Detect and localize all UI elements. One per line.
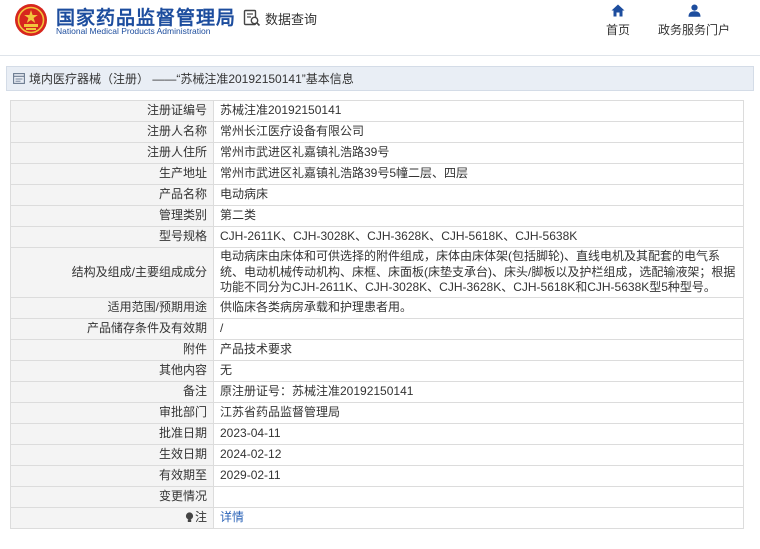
field-label: 型号规格 — [10, 226, 214, 248]
table-row: 注册人住所 常州市武进区礼嘉镇礼浩路39号 — [10, 142, 744, 164]
data-query-link[interactable]: 数据查询 — [243, 8, 317, 28]
table-row: 审批部门 江苏省药品监督管理局 — [10, 401, 744, 424]
field-label: 注册人名称 — [10, 121, 214, 143]
note-value-cell: 详情 — [213, 506, 744, 529]
nav-home[interactable]: 首页 — [604, 4, 632, 38]
breadcrumb: 境内医疗器械（注册） ——“苏械注准20192150141”基本信息 — [6, 66, 754, 91]
field-value — [213, 485, 744, 508]
field-label: 备注 — [10, 380, 214, 403]
table-row: 型号规格 CJH-2611K、CJH-3028K、CJH-3628K、CJH-5… — [10, 226, 744, 248]
table-row: 管理类别 第二类 — [10, 205, 744, 227]
field-label: 结构及组成/主要组成成分 — [10, 247, 214, 298]
site-header: 国家药品监督管理局 National Medical Products Admi… — [0, 0, 760, 56]
field-label: 适用范围/预期用途 — [10, 296, 214, 319]
field-value: 常州市武进区礼嘉镇礼浩路39号 — [213, 142, 744, 164]
table-row: 注册人名称 常州长江医疗设备有限公司 — [10, 121, 744, 143]
table-row: 产品名称 电动病床 — [10, 184, 744, 206]
field-value: 江苏省药品监督管理局 — [213, 401, 744, 424]
field-label: 审批部门 — [10, 401, 214, 424]
field-value: 电动病床由床体和可供选择的附件组成，床体由床体架(包括脚轮)、直线电机及其配套的… — [213, 247, 744, 298]
field-value: 2024-02-12 — [213, 443, 744, 466]
registration-detail-table: 注册证编号 苏械注准20192150141 注册人名称 常州长江医疗设备有限公司… — [10, 100, 744, 529]
table-row: 注册证编号 苏械注准20192150141 — [10, 100, 744, 122]
field-value: 产品技术要求 — [213, 338, 744, 361]
field-label: 注册人住所 — [10, 142, 214, 164]
table-row: 有效期至 2029-02-11 — [10, 464, 744, 487]
table-row: 附件 产品技术要求 — [10, 338, 744, 361]
field-label: 变更情况 — [10, 485, 214, 508]
field-label: 管理类别 — [10, 205, 214, 227]
table-row: 生产地址 常州市武进区礼嘉镇礼浩路39号5幢二层、四层 — [10, 163, 744, 185]
field-value: 原注册证号：苏械注准20192150141 — [213, 380, 744, 403]
table-row: 备注 原注册证号：苏械注准20192150141 — [10, 380, 744, 403]
search-document-icon — [243, 9, 261, 27]
home-icon — [611, 4, 625, 17]
table-row: 其他内容 无 — [10, 359, 744, 382]
field-label: 注册证编号 — [10, 100, 214, 122]
field-value: 2023-04-11 — [213, 422, 744, 445]
data-query-label: 数据查询 — [265, 11, 318, 27]
table-row: 批准日期 2023-04-11 — [10, 422, 744, 445]
field-value: 第二类 — [213, 205, 744, 227]
field-label: 批准日期 — [10, 422, 214, 445]
field-value: 2029-02-11 — [213, 464, 744, 487]
table-row: 适用范围/预期用途 供临床各类病房承载和护理患者用。 — [10, 296, 744, 319]
details-link[interactable]: 详情 — [220, 510, 244, 524]
field-value: 电动病床 — [213, 184, 744, 206]
note-label-cell: 注 — [10, 506, 214, 529]
field-label: 其他内容 — [10, 359, 214, 382]
field-label: 产品储存条件及有效期 — [10, 317, 214, 340]
lightbulb-icon — [185, 512, 194, 523]
field-label: 有效期至 — [10, 464, 214, 487]
field-value: / — [213, 317, 744, 340]
field-label: 产品名称 — [10, 184, 214, 206]
field-value: CJH-2611K、CJH-3028K、CJH-3628K、CJH-5618K、… — [213, 226, 744, 248]
table-row: 结构及组成/主要组成成分 电动病床由床体和可供选择的附件组成，床体由床体架(包括… — [10, 247, 744, 298]
user-icon — [688, 4, 700, 17]
table-row: 变更情况 — [10, 485, 744, 508]
note-label: 注 — [194, 509, 207, 524]
site-title-english[interactable]: National Medical Products Administration — [56, 26, 211, 36]
field-label: 生产地址 — [10, 163, 214, 185]
field-value: 常州长江医疗设备有限公司 — [213, 121, 744, 143]
breadcrumb-text: 境内医疗器械（注册） ——“苏械注准20192150141”基本信息 — [29, 72, 354, 86]
field-value: 无 — [213, 359, 744, 382]
field-value: 苏械注准20192150141 — [213, 100, 744, 122]
table-row: 注 详情 — [10, 506, 744, 529]
field-value: 供临床各类病房承载和护理患者用。 — [213, 296, 744, 319]
table-row: 产品储存条件及有效期 / — [10, 317, 744, 340]
field-label: 附件 — [10, 338, 214, 361]
nav-gov-services[interactable]: 政务服务门户 — [656, 4, 732, 38]
national-emblem-icon[interactable] — [14, 3, 48, 37]
nav-gov-services-label: 政务服务门户 — [657, 23, 730, 37]
nav-home-label: 首页 — [605, 23, 630, 37]
field-label: 生效日期 — [10, 443, 214, 466]
list-window-icon — [13, 73, 25, 84]
field-value: 常州市武进区礼嘉镇礼浩路39号5幢二层、四层 — [213, 163, 744, 185]
table-row: 生效日期 2024-02-12 — [10, 443, 744, 466]
